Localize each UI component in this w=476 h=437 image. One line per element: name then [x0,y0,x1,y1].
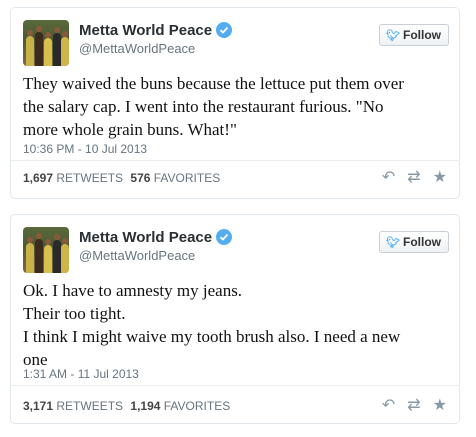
divider [11,385,459,386]
tweet-card: Metta World Peace @MettaWorldPeace 🐦︎ Fo… [10,7,460,199]
verified-badge-icon [216,22,233,38]
tweet-text-line: the salary cap. I went into the restaura… [23,97,384,116]
verified-badge-icon [216,229,233,245]
retweet-icon[interactable]: ⇄ [407,170,420,186]
display-name-text[interactable]: Metta World Peace [79,22,212,39]
retweet-label[interactable]: RETWEETS [56,399,123,413]
follow-label: Follow [403,235,441,249]
follow-button[interactable]: 🐦︎ Follow [379,24,449,46]
tweet-actions: ↶ ⇄ ★ [382,170,447,186]
retweet-count[interactable]: 1,697 [23,171,53,185]
retweet-label[interactable]: RETWEETS [56,171,123,185]
username[interactable]: @MettaWorldPeace [79,41,195,56]
tweet-actions: ↶ ⇄ ★ [382,398,447,414]
favorite-label[interactable]: FAVORITES [164,399,230,413]
reply-icon[interactable]: ↶ [382,170,395,186]
display-name-text[interactable]: Metta World Peace [79,229,212,246]
tweet-timestamp[interactable]: 10:36 PM - 10 Jul 2013 [23,142,147,156]
tweet-timestamp[interactable]: 1:31 AM - 11 Jul 2013 [23,367,139,381]
tweet-text-line: Their too tight. [23,304,126,323]
retweet-count[interactable]: 3,171 [23,399,53,413]
tweet-text-line: They waived the buns because the lettuce… [23,74,404,93]
username[interactable]: @MettaWorldPeace [79,248,195,263]
tweet-text: They waived the buns because the lettuce… [23,72,453,141]
twitter-bird-icon: 🐦︎ [386,236,400,249]
tweet-text-line: Ok. I have to amnesty my jeans. [23,281,243,300]
tweet-text-line: more whole grain buns. What!" [23,120,237,139]
tweet-stats: 1,697 RETWEETS 576 FAVORITES [23,171,220,185]
tweet-text-line: I think I might waive my tooth brush als… [23,327,401,346]
star-icon[interactable]: ★ [433,170,447,186]
tweet-card: Metta World Peace @MettaWorldPeace 🐦︎ Fo… [10,214,460,424]
favorite-count[interactable]: 576 [130,171,150,185]
divider [11,160,459,161]
twitter-bird-icon: 🐦︎ [386,29,400,42]
tweet-stats: 3,171 RETWEETS 1,194 FAVORITES [23,399,230,413]
star-icon[interactable]: ★ [433,398,447,414]
avatar[interactable] [23,20,69,66]
display-name[interactable]: Metta World Peace [79,229,233,246]
retweet-icon[interactable]: ⇄ [407,398,420,414]
favorite-label[interactable]: FAVORITES [154,171,220,185]
display-name[interactable]: Metta World Peace [79,22,233,39]
follow-label: Follow [403,28,441,42]
tweet-text: Ok. I have to amnesty my jeans. Their to… [23,279,453,371]
follow-button[interactable]: 🐦︎ Follow [379,231,449,253]
avatar[interactable] [23,227,69,273]
reply-icon[interactable]: ↶ [382,398,395,414]
favorite-count[interactable]: 1,194 [130,399,160,413]
